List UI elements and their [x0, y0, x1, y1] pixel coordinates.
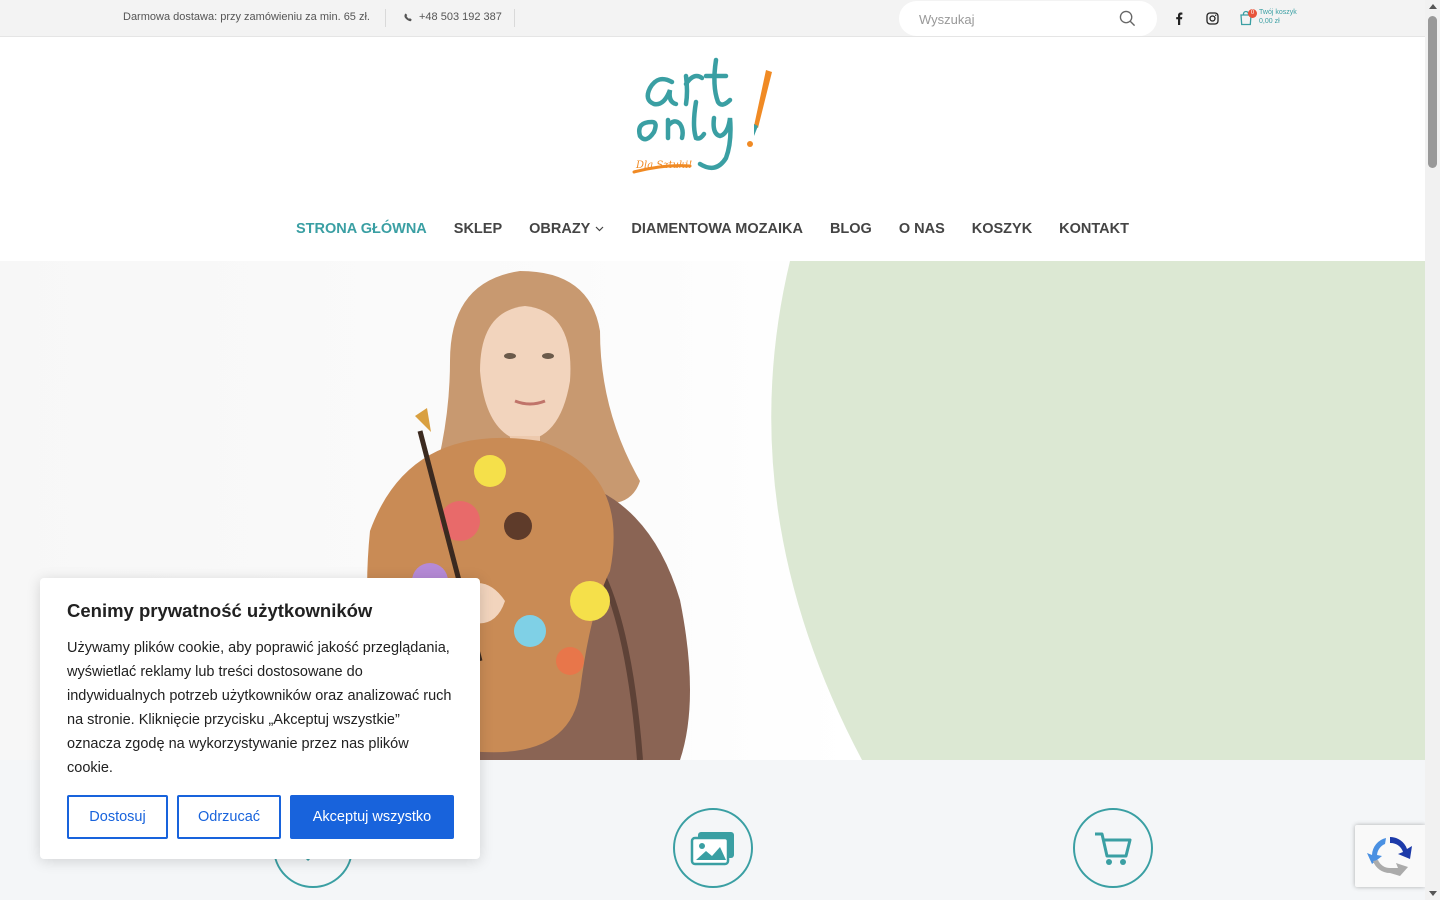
page-scrollbar[interactable] — [1425, 0, 1440, 900]
nav-label: DIAMENTOWA MOZAIKA — [631, 221, 803, 237]
nav-label: KOSZYK — [971, 221, 1033, 237]
cookie-consent-banner: Cenimy prywatność użytkowników Używamy p… — [40, 578, 480, 859]
facebook-icon[interactable] — [1171, 10, 1187, 26]
nav-item-about[interactable]: O NAS — [899, 216, 945, 242]
nav-item-diamond-mosaic[interactable]: DIAMENTOWA MOZAIKA — [631, 216, 803, 242]
search-box — [899, 1, 1157, 36]
recaptcha-badge[interactable] — [1355, 825, 1425, 887]
nav-item-cart[interactable]: KOSZYK — [972, 216, 1032, 242]
cookie-buttons: Dostosuj Odrzucać Akceptuj wszystko — [67, 795, 454, 839]
recaptcha-icon — [1367, 837, 1412, 876]
nav-label: KONTAKT — [1059, 221, 1129, 237]
nav-label: SKLEP — [453, 221, 503, 237]
nav-item-home[interactable]: STRONA GŁÓWNA — [296, 216, 427, 242]
images-icon — [690, 832, 734, 866]
phone-number: +48 503 192 387 — [419, 11, 502, 23]
cart-count-badge: 0 — [1248, 9, 1257, 18]
free-shipping-text: Darmowa dostawa: przy zamówieniu za min.… — [123, 11, 370, 23]
cart-total: 0,00 zł — [1259, 18, 1280, 25]
nav-item-contact[interactable]: KONTAKT — [1059, 216, 1129, 242]
cart-widget[interactable]: 0 Twój koszyk 0,00 zł — [1238, 8, 1318, 30]
nav-label: STRONA GŁÓWNA — [296, 221, 427, 237]
cart-label: Twój koszyk — [1259, 9, 1297, 16]
nav-item-shop[interactable]: SKLEP — [454, 216, 502, 242]
nav-label: O NAS — [898, 221, 945, 237]
nav-label: BLOG — [829, 221, 872, 237]
reject-button[interactable]: Odrzucać — [177, 795, 281, 839]
chevron-down-icon — [595, 226, 604, 232]
phone-icon — [404, 12, 412, 21]
top-bar: Darmowa dostawa: przy zamówieniu za min.… — [0, 0, 1425, 37]
divider — [385, 9, 386, 27]
logo-tagline: Dla Sztuki! — [635, 160, 692, 171]
site-logo[interactable]: Dla Sztuki! — [630, 54, 780, 182]
nav-item-paintings[interactable]: OBRAZY — [529, 216, 604, 242]
nav-item-blog[interactable]: BLOG — [830, 216, 872, 242]
feature-gallery-badge — [673, 808, 753, 888]
customize-button[interactable]: Dostosuj — [67, 795, 168, 839]
search-icon[interactable] — [1119, 10, 1136, 27]
phone-link[interactable]: +48 503 192 387 — [404, 11, 502, 23]
instagram-icon[interactable] — [1204, 10, 1220, 26]
search-input[interactable] — [919, 9, 1119, 29]
cart-icon — [1095, 832, 1132, 865]
divider — [514, 9, 515, 27]
scroll-thumb[interactable] — [1428, 16, 1437, 168]
scroll-up-arrow-icon[interactable] — [1429, 4, 1437, 9]
cookie-body: Używamy plików cookie, aby poprawić jako… — [67, 640, 452, 776]
feature-cart-badge — [1073, 808, 1153, 888]
accept-all-button[interactable]: Akceptuj wszystko — [290, 795, 454, 839]
cookie-title: Cenimy prywatność użytkowników — [67, 600, 373, 621]
scroll-down-arrow-icon[interactable] — [1429, 891, 1437, 896]
nav-label: OBRAZY — [529, 221, 591, 237]
main-nav: STRONA GŁÓWNA SKLEP OBRAZY DIAMENTOWA MO… — [0, 216, 1425, 242]
